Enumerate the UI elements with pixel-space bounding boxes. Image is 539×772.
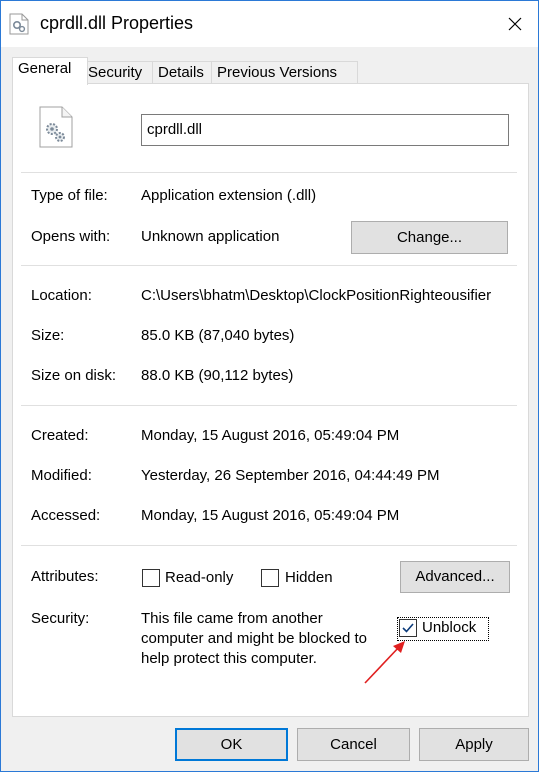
created-label: Created: [31,427,89,444]
advanced-button[interactable]: Advanced... [400,561,510,593]
security-text-line3: help protect this computer. [141,650,317,667]
file-gear-icon [39,106,73,148]
window-title: cprdll.dll Properties [40,13,194,33]
tab-label: General [18,60,72,77]
file-name-input[interactable]: cprdll.dll [141,114,509,146]
security-text-line2: computer and might be blocked to [141,630,367,647]
hidden-label[interactable]: Hidden [285,569,333,586]
ok-button-label: OK [220,736,243,753]
divider [21,265,517,266]
readonly-label[interactable]: Read-only [165,569,233,586]
cancel-button[interactable]: Cancel [297,728,410,761]
apply-button[interactable]: Apply [419,728,529,761]
security-label: Security: [31,610,90,627]
dll-file-icon [9,13,29,35]
advanced-button-label: Advanced... [415,568,495,585]
tab-label: Security [88,64,143,81]
general-panel: cprdll.dll Type of file: Application ext… [12,83,529,717]
title-bar: cprdll.dll Properties [1,1,538,47]
attributes-label: Attributes: [31,568,99,585]
size-value: 85.0 KB (87,040 bytes) [141,327,295,344]
divider [21,405,517,406]
change-button-label: Change... [396,229,463,246]
apply-button-label: Apply [455,736,493,753]
location-label: Location: [31,287,92,304]
tab-details[interactable]: Details [152,61,218,84]
readonly-checkbox[interactable] [142,569,160,587]
hidden-checkbox[interactable] [261,569,279,587]
accessed-label: Accessed: [31,507,101,524]
close-icon [508,17,522,31]
tab-label: Previous Versions [217,64,338,81]
type-of-file-label: Type of file: [31,187,108,204]
properties-window: cprdll.dll Properties General Security D… [0,0,539,772]
close-button[interactable] [492,1,538,47]
size-label: Size: [31,327,65,344]
accessed-value: Monday, 15 August 2016, 05:49:04 PM [141,507,400,524]
change-button[interactable]: Change... [351,221,508,254]
tab-security[interactable]: Security [82,61,159,84]
location-value: C:\Users\bhatm\Desktop\ClockPositionRigh… [141,287,492,304]
tab-general[interactable]: General [12,57,88,85]
size-on-disk-value: 88.0 KB (90,112 bytes) [141,367,294,384]
size-on-disk-label: Size on disk: [31,367,117,384]
cancel-button-label: Cancel [330,736,377,753]
unblock-label[interactable]: Unblock [422,619,476,636]
created-value: Monday, 15 August 2016, 05:49:04 PM [141,427,400,444]
ok-button[interactable]: OK [175,728,288,761]
type-of-file-value: Application extension (.dll) [141,187,317,204]
opens-with-value: Unknown application [141,228,280,245]
tab-previous-versions[interactable]: Previous Versions [211,61,358,84]
security-text-line1: This file came from another [141,610,323,627]
modified-label: Modified: [31,467,92,484]
modified-value: Yesterday, 26 September 2016, 04:44:49 P… [141,467,440,484]
opens-with-label: Opens with: [31,228,111,245]
tab-label: Details [158,64,204,81]
divider [21,172,517,173]
divider [21,545,517,546]
